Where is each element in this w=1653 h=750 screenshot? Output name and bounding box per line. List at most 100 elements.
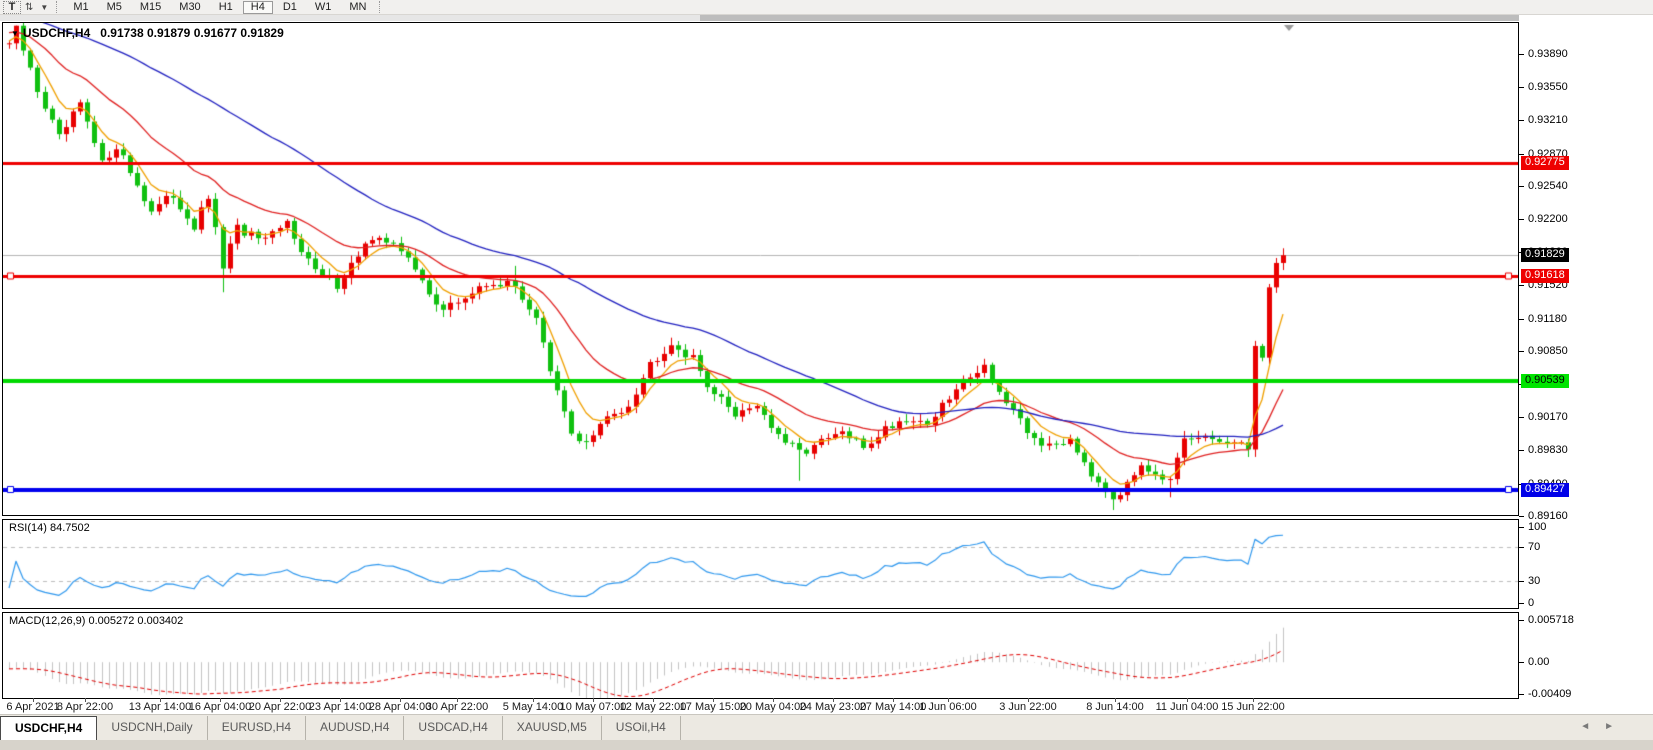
macd-axis-tick-dash <box>1519 694 1524 695</box>
chart-horizontal-scrollbar[interactable] <box>0 15 1653 21</box>
price-axis-tick-dash <box>1519 319 1524 320</box>
price-axis-tick-dash <box>1519 516 1524 517</box>
tab-scroll-arrows: ◄► <box>1580 721 1628 732</box>
chart-tab-audusd-h4[interactable]: AUDUSD,H4 <box>306 716 404 740</box>
price-axis-tick: 0.92200 <box>1528 213 1568 225</box>
price-axis-tick: 0.89830 <box>1528 444 1568 456</box>
price-badge: 0.89427 <box>1521 483 1569 497</box>
chevron-down-icon[interactable]: ▼ <box>36 3 52 12</box>
rsi-canvas[interactable] <box>3 520 1518 608</box>
rsi-axis-tick-dash <box>1519 547 1524 548</box>
price-axis-tick-dash <box>1519 120 1524 121</box>
macd-canvas[interactable] <box>3 613 1518 698</box>
time-axis-label: 8 Jun 14:00 <box>1086 701 1144 713</box>
chart-tab-usdcad-h4[interactable]: USDCAD,H4 <box>404 716 502 740</box>
time-axis-label: 23 Apr 14:00 <box>309 701 371 713</box>
timeframe-button-w1[interactable]: W1 <box>307 1 340 14</box>
time-axis-label: 16 Apr 04:00 <box>189 701 251 713</box>
rsi-label: RSI(14) 84.7502 <box>9 522 90 534</box>
chart-symbol-label: USDCHF,H4 <box>23 26 90 40</box>
timeframe-button-m5[interactable]: M5 <box>99 1 130 14</box>
macd-indicator-pane: MACD(12,26,9) 0.005272 0.003402 <box>2 612 1519 699</box>
chart-tab-usdcnh-daily[interactable]: USDCNH,Daily <box>97 716 207 740</box>
chart-title: ▼ USDCHF,H4 0.91738 0.91879 0.91677 0.9182… <box>11 26 284 40</box>
rsi-axis-tick-dash <box>1519 527 1524 528</box>
price-axis-tick-dash <box>1519 450 1524 451</box>
price-badge: 0.92775 <box>1521 156 1569 170</box>
price-axis-tick-dash <box>1519 87 1524 88</box>
chart-ohlc-values: 0.91738 0.91879 0.91677 0.91829 <box>100 26 284 40</box>
price-badge: 0.90539 <box>1521 374 1569 388</box>
triangle-marker-icon: ▼ <box>11 29 19 38</box>
macd-axis-tick: -0.00409 <box>1528 688 1571 700</box>
time-axis-label: 8 Apr 22:00 <box>57 701 113 713</box>
rsi-axis-tick: 70 <box>1528 541 1540 553</box>
time-axis-label: 30 Apr 22:00 <box>426 701 488 713</box>
time-axis-label: 28 Apr 04:00 <box>369 701 431 713</box>
price-axis-tick-dash <box>1519 351 1524 352</box>
rsi-indicator-pane: RSI(14) 84.7502 <box>2 519 1519 609</box>
text-tool-button[interactable]: T <box>3 1 21 14</box>
chart-tab-usdchf-h4[interactable]: USDCHF,H4 <box>0 716 97 740</box>
price-axis-tick: 0.93890 <box>1528 48 1568 60</box>
price-axis-tick: 0.92540 <box>1528 180 1568 192</box>
time-axis-label: 6 Apr 2021 <box>6 701 59 713</box>
time-axis: 6 Apr 20218 Apr 22:00 13 Apr 14:0016 Apr … <box>0 699 1519 714</box>
timeframe-button-h1[interactable]: H1 <box>211 1 241 14</box>
price-axis-tick: 0.90850 <box>1528 345 1568 357</box>
toolbar-separator <box>379 1 383 13</box>
tab-scroll-left-icon[interactable]: ◄ <box>1580 721 1604 732</box>
time-axis-label: 27 May 14:00 <box>860 701 927 713</box>
time-axis-label: 1 Jun 06:00 <box>919 701 977 713</box>
price-badge: 0.91829 <box>1521 248 1569 262</box>
price-axis-tick-dash <box>1519 219 1524 220</box>
rsi-axis-tick-dash <box>1519 603 1524 604</box>
price-axis-tick: 0.93210 <box>1528 114 1568 126</box>
price-axis-tick-dash <box>1519 54 1524 55</box>
main-chart-canvas[interactable] <box>3 23 1518 515</box>
macd-label: MACD(12,26,9) 0.005272 0.003402 <box>9 615 183 627</box>
time-axis-label: 5 May 14:00 <box>503 701 564 713</box>
price-axis-tick-dash <box>1519 154 1524 155</box>
scrollbar-thumb[interactable] <box>700 15 1519 21</box>
macd-axis-tick: 0.005718 <box>1528 614 1574 626</box>
price-axis-tick-dash <box>1519 285 1524 286</box>
chart-tab-bar: USDCHF,H4USDCNH,DailyEURUSD,H4AUDUSD,H4U… <box>0 714 1653 740</box>
macd-axis-tick-dash <box>1519 662 1524 663</box>
chart-tab-usoil-h4[interactable]: USOil,H4 <box>602 716 681 740</box>
rsi-axis-tick-dash <box>1519 581 1524 582</box>
chart-tab-eurusd-h4[interactable]: EURUSD,H4 <box>208 716 306 740</box>
price-axis-tick: 0.91180 <box>1528 313 1567 325</box>
time-axis-label: 17 May 15:00 <box>680 701 747 713</box>
macd-axis-tick-dash <box>1519 620 1524 621</box>
time-axis-label: 15 Jun 22:00 <box>1221 701 1285 713</box>
price-axis-tick-dash <box>1519 417 1524 418</box>
timeframe-button-group: M1M5M15M30H1H4D1W1MN <box>64 1 375 14</box>
time-axis-label: 11 Jun 04:00 <box>1156 701 1219 713</box>
chart-tab-xauusd-m5[interactable]: XAUUSD,M5 <box>503 716 602 740</box>
timeframe-button-m1[interactable]: M1 <box>65 1 96 14</box>
toolbar-separator <box>56 1 60 13</box>
timeframe-button-d1[interactable]: D1 <box>275 1 305 14</box>
mt4-window: T ⇅ ▼ M1M5M15M30H1H4D1W1MN ▼ USDCHF,H4 0.9… <box>0 0 1653 750</box>
price-badge: 0.91618 <box>1521 269 1569 283</box>
tab-scroll-right-icon[interactable]: ► <box>1604 721 1628 732</box>
timeframe-button-mn[interactable]: MN <box>341 1 374 14</box>
timeframe-button-m30[interactable]: M30 <box>171 1 208 14</box>
price-axis: 0.938900.935500.932100.928700.925400.922… <box>1519 15 1653 714</box>
price-axis-tick-dash <box>1519 186 1524 187</box>
main-chart-pane: ▼ USDCHF,H4 0.91738 0.91879 0.91677 0.9182… <box>2 22 1519 516</box>
time-axis-label: 24 May 23:00 <box>800 701 867 713</box>
time-axis-label: 3 Jun 22:00 <box>999 701 1057 713</box>
rsi-axis-tick: 0 <box>1528 597 1534 609</box>
sort-arrows-icon[interactable]: ⇅ <box>22 2 36 13</box>
tab-strip: USDCHF,H4USDCNH,DailyEURUSD,H4AUDUSD,H4U… <box>0 716 681 740</box>
time-axis-label: 20 May 04:00 <box>740 701 807 713</box>
price-axis-tick: 0.93550 <box>1528 81 1568 93</box>
timeframe-button-m15[interactable]: M15 <box>132 1 169 14</box>
time-axis-label: 12 May 22:00 <box>620 701 687 713</box>
macd-axis-tick: 0.00 <box>1528 656 1549 668</box>
timeframe-button-h4[interactable]: H4 <box>243 1 273 14</box>
rsi-axis-tick: 100 <box>1528 521 1546 533</box>
time-axis-label: 13 Apr 14:00 <box>129 701 191 713</box>
